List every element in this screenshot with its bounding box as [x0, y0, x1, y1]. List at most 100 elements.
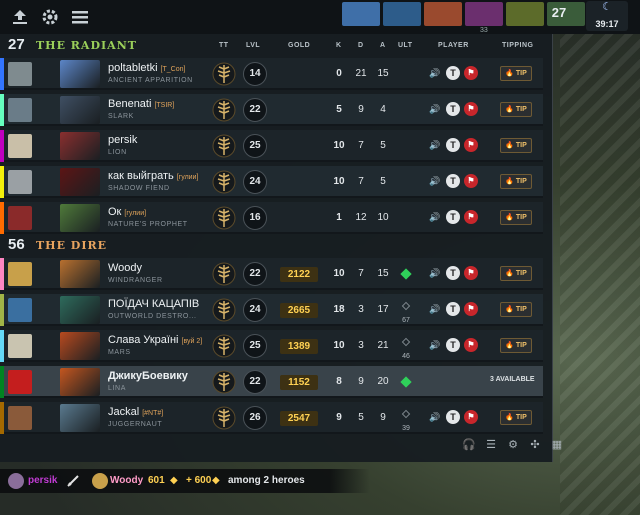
player-row[interactable]: Слава Україні [вуй 2] MARS 25 1389 10 3 21 46 🔊 T ⚑… — [0, 330, 543, 362]
talent-tree-icon[interactable] — [212, 134, 236, 158]
talent-tree-icon[interactable] — [212, 98, 236, 122]
player-row[interactable]: persik LION 25 10 7 5 🔊 T ⚑ 🔥 TIP — [0, 130, 543, 162]
player-avatar[interactable] — [8, 370, 32, 394]
top-hero-portrait[interactable] — [383, 2, 421, 26]
player-name[interactable]: persik — [108, 134, 137, 146]
speaker-icon[interactable]: 🔊 — [428, 410, 442, 424]
talent-tree-icon[interactable] — [212, 298, 236, 322]
player-avatar[interactable] — [8, 98, 32, 122]
speaker-icon[interactable]: 🔊 — [428, 174, 442, 188]
speaker-icon[interactable]: 🔊 — [428, 102, 442, 116]
player-row[interactable]: ДжикуБоевику LINA 22 1152 8 9 20 3 AVAILABLE — [0, 366, 543, 398]
tip-button[interactable]: 🔥 TIP — [500, 210, 532, 225]
talent-tree-icon[interactable] — [212, 406, 236, 430]
text-mute-icon[interactable]: T — [446, 102, 460, 116]
hero-portrait[interactable] — [60, 96, 100, 124]
top-hero-portrait[interactable] — [506, 2, 544, 26]
hero-portrait[interactable] — [60, 404, 100, 432]
player-avatar[interactable] — [8, 406, 32, 430]
text-mute-icon[interactable]: T — [446, 302, 460, 316]
report-flag-icon[interactable]: ⚑ — [464, 266, 478, 280]
hero-portrait[interactable] — [60, 204, 100, 232]
player-row[interactable]: Ок [гулии] NATURE'S PROPHET 16 1 12 10 🔊 T ⚑ 🔥 TIP — [0, 202, 543, 234]
player-name[interactable]: Jackal — [108, 406, 139, 418]
hero-portrait[interactable] — [60, 332, 100, 360]
player-name[interactable]: Woody — [108, 262, 142, 274]
hero-portrait[interactable] — [60, 60, 100, 88]
text-mute-icon[interactable]: T — [446, 266, 460, 280]
player-avatar[interactable] — [8, 206, 32, 230]
text-mute-icon[interactable]: T — [446, 210, 460, 224]
upload-icon[interactable] — [10, 8, 30, 26]
top-hero-portrait[interactable] — [465, 2, 503, 26]
talent-tree-icon[interactable] — [212, 262, 236, 286]
text-mute-icon[interactable]: T — [446, 138, 460, 152]
hero-portrait[interactable] — [60, 368, 100, 396]
report-flag-icon[interactable]: ⚑ — [464, 338, 478, 352]
tip-button[interactable]: 🔥 TIP — [500, 138, 532, 153]
hero-portrait[interactable] — [60, 296, 100, 324]
player-name[interactable]: ПОЇДАЧ КАЦАПІВ — [108, 298, 199, 310]
report-flag-icon[interactable]: ⚑ — [464, 102, 478, 116]
player-row[interactable]: poltabletki [T_Con] ANCIENT APPARITION 14 0 2… — [0, 58, 543, 90]
top-hero-portrait[interactable] — [424, 2, 462, 26]
report-flag-icon[interactable]: ⚑ — [464, 138, 478, 152]
talent-tree-icon[interactable] — [212, 206, 236, 230]
gear-icon[interactable] — [40, 8, 60, 26]
player-row[interactable]: Jackal [#NT#] JUGGERNAUT 26 2547 9 5 9 39 🔊 T ⚑ 🔥 TI… — [0, 402, 543, 434]
speaker-icon[interactable]: 🔊 — [428, 338, 442, 352]
player-row[interactable]: как выйграть [гулии] SHADOW FIEND 24 10 7 5 🔊 T ⚑… — [0, 166, 543, 198]
talent-tree-icon[interactable] — [212, 370, 236, 394]
kill-feed-suffix: among 2 heroes — [228, 475, 305, 486]
player-name[interactable]: Benenati — [108, 98, 151, 110]
speaker-icon[interactable]: 🔊 — [428, 138, 442, 152]
text-mute-icon[interactable]: T — [446, 410, 460, 424]
report-flag-icon[interactable]: ⚑ — [464, 174, 478, 188]
player-name[interactable]: poltabletki — [108, 62, 158, 74]
report-flag-icon[interactable]: ⚑ — [464, 302, 478, 316]
text-mute-icon[interactable]: T — [446, 174, 460, 188]
player-row[interactable]: Benenati [TSIR] SLARK 22 5 9 4 🔊 T ⚑ 🔥 TIP — [0, 94, 543, 126]
player-avatar[interactable] — [8, 62, 32, 86]
report-flag-icon[interactable]: ⚑ — [464, 410, 478, 424]
player-avatar[interactable] — [8, 298, 32, 322]
hero-portrait[interactable] — [60, 260, 100, 288]
tip-button[interactable]: 🔥 TIP — [500, 302, 532, 317]
speaker-icon[interactable]: 🔊 — [428, 302, 442, 316]
player-name[interactable]: Слава Україні — [108, 334, 179, 346]
list-icon[interactable]: ☰ — [484, 438, 498, 452]
talent-tree-icon[interactable] — [212, 62, 236, 86]
report-flag-icon[interactable]: ⚑ — [464, 210, 478, 224]
report-flag-icon[interactable]: ⚑ — [464, 66, 478, 80]
player-name[interactable]: как выйграть — [108, 170, 174, 182]
menu-icon[interactable] — [70, 8, 90, 26]
headset-icon[interactable]: 🎧 — [462, 438, 476, 452]
tip-button[interactable]: 🔥 TIP — [500, 338, 532, 353]
tip-button[interactable]: 🔥 TIP — [500, 66, 532, 81]
tip-button[interactable]: 🔥 TIP — [500, 174, 532, 189]
player-row[interactable]: ПОЇДАЧ КАЦАПІВ OUTWORLD DESTRO... 24 2665 18… — [0, 294, 543, 326]
speaker-icon[interactable]: 🔊 — [428, 266, 442, 280]
tip-button[interactable]: 🔥 TIP — [500, 410, 532, 425]
player-name[interactable]: Ок — [108, 206, 121, 218]
player-avatar[interactable] — [8, 262, 32, 286]
player-name[interactable]: ДжикуБоевику — [108, 370, 188, 382]
text-mute-icon[interactable]: T — [446, 66, 460, 80]
tip-button[interactable]: 🔥 TIP — [500, 266, 532, 281]
talent-tree-icon[interactable] — [212, 334, 236, 358]
player-avatar[interactable] — [8, 170, 32, 194]
player-row[interactable]: Woody WINDRANGER 22 2122 10 7 15 🔊 T ⚑ 🔥 TIP — [0, 258, 543, 290]
tip-button[interactable]: 🔥 TIP — [500, 102, 532, 117]
player-avatar[interactable] — [8, 134, 32, 158]
settings-icon[interactable]: ⚙ — [506, 438, 520, 452]
text-mute-icon[interactable]: T — [446, 338, 460, 352]
talent-tree-icon[interactable] — [212, 170, 236, 194]
top-hero-portrait[interactable] — [342, 2, 380, 26]
share-icon[interactable]: ✣ — [528, 438, 542, 452]
player-avatar[interactable] — [8, 334, 32, 358]
speaker-icon[interactable]: 🔊 — [428, 66, 442, 80]
hero-portrait[interactable] — [60, 168, 100, 196]
grid-icon[interactable]: ▦ — [550, 438, 564, 452]
hero-portrait[interactable] — [60, 132, 100, 160]
speaker-icon[interactable]: 🔊 — [428, 210, 442, 224]
